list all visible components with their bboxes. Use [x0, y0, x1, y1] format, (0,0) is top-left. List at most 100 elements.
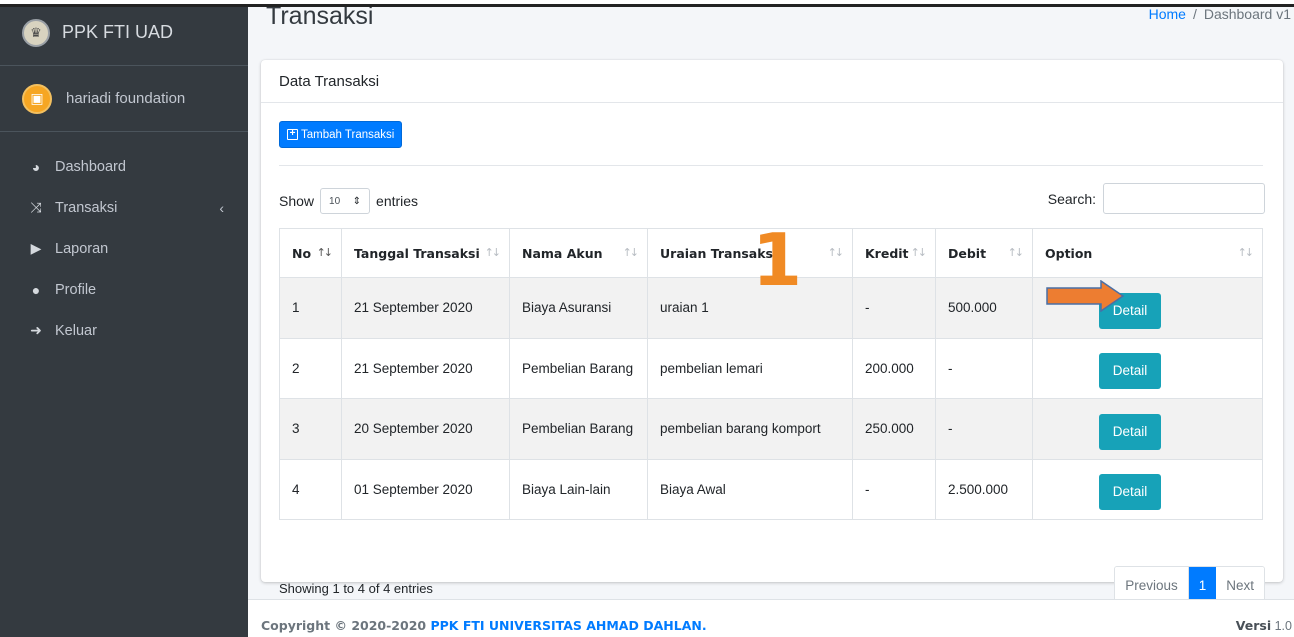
- cell-uraian: pembelian barang komport: [647, 398, 853, 460]
- table-row: 2 21 September 2020 Pembelian Barang pem…: [279, 337, 1263, 399]
- version-value: 1.0: [1274, 619, 1292, 633]
- column-header-akun[interactable]: Nama Akun ↑↓: [509, 228, 648, 278]
- detail-button[interactable]: Detail: [1099, 474, 1161, 511]
- search-input[interactable]: [1103, 183, 1265, 214]
- tachometer-icon: ◕: [31, 158, 41, 175]
- sort-asc-icon: ↑↓: [316, 246, 334, 259]
- search-control: Search:: [1048, 183, 1265, 214]
- add-transaction-button[interactable]: + Tambah Transaksi: [279, 121, 403, 148]
- breadcrumb-current: Dashboard v1: [1203, 6, 1291, 22]
- sidebar-item-label: Keluar: [55, 322, 97, 339]
- cell-kredit: -: [852, 458, 936, 520]
- file-export-icon: ▶: [30, 240, 42, 256]
- sort-icon: ↑↓: [484, 246, 502, 259]
- cell-akun: Biaya Lain-lain: [509, 458, 648, 520]
- next-page-button[interactable]: Next: [1216, 567, 1264, 603]
- column-header-kredit[interactable]: Kredit ↑↓: [852, 228, 936, 278]
- table-info: Showing 1 to 4 of 4 entries: [279, 581, 433, 596]
- cell-tanggal: 01 September 2020: [341, 458, 510, 520]
- user-name[interactable]: hariadi foundation: [66, 90, 185, 107]
- random-icon: ⤨: [30, 199, 42, 215]
- chevron-left-icon[interactable]: ‹: [219, 200, 224, 216]
- add-transaction-label: Tambah Transaksi: [301, 128, 395, 141]
- sort-icon: ↑↓: [827, 246, 845, 259]
- version-label: Versi: [1235, 618, 1272, 633]
- cell-tanggal: 21 September 2020: [341, 277, 510, 339]
- search-label: Search:: [1047, 190, 1096, 207]
- brand-logo-icon: ♛: [22, 18, 50, 47]
- cell-tanggal: 20 September 2020: [341, 398, 510, 460]
- cell-debit: 500.000: [935, 277, 1033, 339]
- sidebar-item-label: Laporan: [55, 240, 109, 257]
- plus-square-icon: +: [287, 129, 298, 140]
- cell-uraian: uraian 1: [647, 277, 853, 339]
- column-header-uraian[interactable]: Uraian Transaksi ↑↓: [647, 228, 853, 278]
- sidebar-item-label: Dashboard: [55, 158, 126, 175]
- table-row: 3 20 September 2020 Pembelian Barang pem…: [279, 398, 1263, 460]
- annotation-arrow-icon: [1046, 280, 1125, 312]
- cell-option: Detail: [1032, 458, 1263, 520]
- divider: [279, 165, 1263, 166]
- page-1-button[interactable]: 1: [1188, 567, 1217, 603]
- detail-button[interactable]: Detail: [1099, 413, 1161, 450]
- footer-version: Versi 1.0: [1236, 618, 1292, 633]
- copyright-text: Copyright © 2020-2020: [261, 618, 427, 633]
- entries-length-select[interactable]: 10 ⇕: [320, 188, 371, 214]
- select-arrows-icon: ⇕: [352, 195, 362, 207]
- column-header-option[interactable]: Option ↑↓: [1032, 228, 1263, 278]
- sidebar-item-label: Profile: [55, 281, 97, 298]
- cell-no: 2: [279, 337, 342, 399]
- brand-title: PPK FTI UAD: [62, 22, 174, 42]
- column-header-no[interactable]: No ↑↓: [279, 228, 342, 278]
- transactions-card: Data Transaksi + Tambah Transaksi Show 1…: [261, 60, 1283, 604]
- cell-akun: Pembelian Barang: [509, 337, 648, 399]
- entries-length-value: 10: [329, 195, 341, 207]
- top-edge-line: [0, 4, 1294, 7]
- main-content: Transaksi Home / Dashboard v1 Data Transak…: [248, 0, 1294, 637]
- sidebar-item-keluar[interactable]: ➜ Keluar: [0, 310, 248, 351]
- sidebar-item-laporan[interactable]: ▶ Laporan: [0, 228, 248, 269]
- cell-akun: Pembelian Barang: [509, 398, 648, 460]
- cell-uraian: Biaya Awal: [647, 458, 853, 520]
- cell-no: 1: [279, 277, 342, 339]
- footer: Copyright © 2020-2020 PPK FTI UNIVERSITA…: [248, 599, 1294, 637]
- cell-debit: -: [935, 337, 1033, 399]
- brand[interactable]: ♛ PPK FTI UAD: [0, 0, 248, 66]
- cell-uraian: pembelian lemari: [647, 337, 853, 399]
- column-header-debit[interactable]: Debit ↑↓: [935, 228, 1033, 278]
- sidebar-item-transaksi[interactable]: ⤨ Transaksi ‹: [0, 187, 248, 228]
- previous-page-button[interactable]: Previous: [1115, 567, 1189, 603]
- breadcrumb-home-link[interactable]: Home: [1149, 6, 1186, 22]
- card-title: Data Transaksi: [261, 60, 1283, 103]
- sort-icon: ↑↓: [622, 246, 640, 259]
- footer-copyright: Copyright © 2020-2020 PPK FTI UNIVERSITA…: [261, 618, 707, 633]
- user-panel[interactable]: ▣ hariadi foundation: [0, 66, 248, 132]
- cell-no: 4: [279, 458, 342, 520]
- sort-icon: ↑↓: [1007, 246, 1025, 259]
- show-label: Show: [279, 193, 315, 209]
- sidebar-item-dashboard[interactable]: ◕ Dashboard: [0, 146, 248, 187]
- cell-akun: Biaya Asuransi: [509, 277, 648, 339]
- breadcrumb: Home / Dashboard v1: [1149, 6, 1291, 22]
- detail-button[interactable]: Detail: [1099, 353, 1161, 390]
- table-row: 4 01 September 2020 Biaya Lain-lain Biay…: [279, 458, 1263, 520]
- cell-option: Detail: [1032, 337, 1263, 399]
- cell-kredit: -: [852, 277, 936, 339]
- entries-label: entries: [376, 193, 419, 209]
- breadcrumb-separator: /: [1192, 6, 1197, 22]
- cell-debit: 2.500.000: [935, 458, 1033, 520]
- sidebar-item-profile[interactable]: ● Profile: [0, 269, 248, 310]
- entries-length-control: Show 10 ⇕ entries: [279, 188, 418, 214]
- column-header-tanggal[interactable]: Tanggal Transaksi ↑↓: [341, 228, 510, 278]
- cell-tanggal: 21 September 2020: [341, 337, 510, 399]
- cell-kredit: 250.000: [852, 398, 936, 460]
- cell-no: 3: [279, 398, 342, 460]
- sort-icon: ↑↓: [1237, 246, 1255, 259]
- cell-option: Detail: [1032, 398, 1263, 460]
- sign-out-icon: ➜: [30, 322, 42, 338]
- cell-kredit: 200.000: [852, 337, 936, 399]
- sidebar: ♛ PPK FTI UAD ▣ hariadi foundation ◕ Das…: [0, 0, 248, 637]
- footer-org-link[interactable]: PPK FTI UNIVERSITAS AHMAD DAHLAN.: [430, 618, 706, 633]
- annotation-number: 1: [752, 218, 803, 302]
- sidebar-item-label: Transaksi: [55, 199, 118, 216]
